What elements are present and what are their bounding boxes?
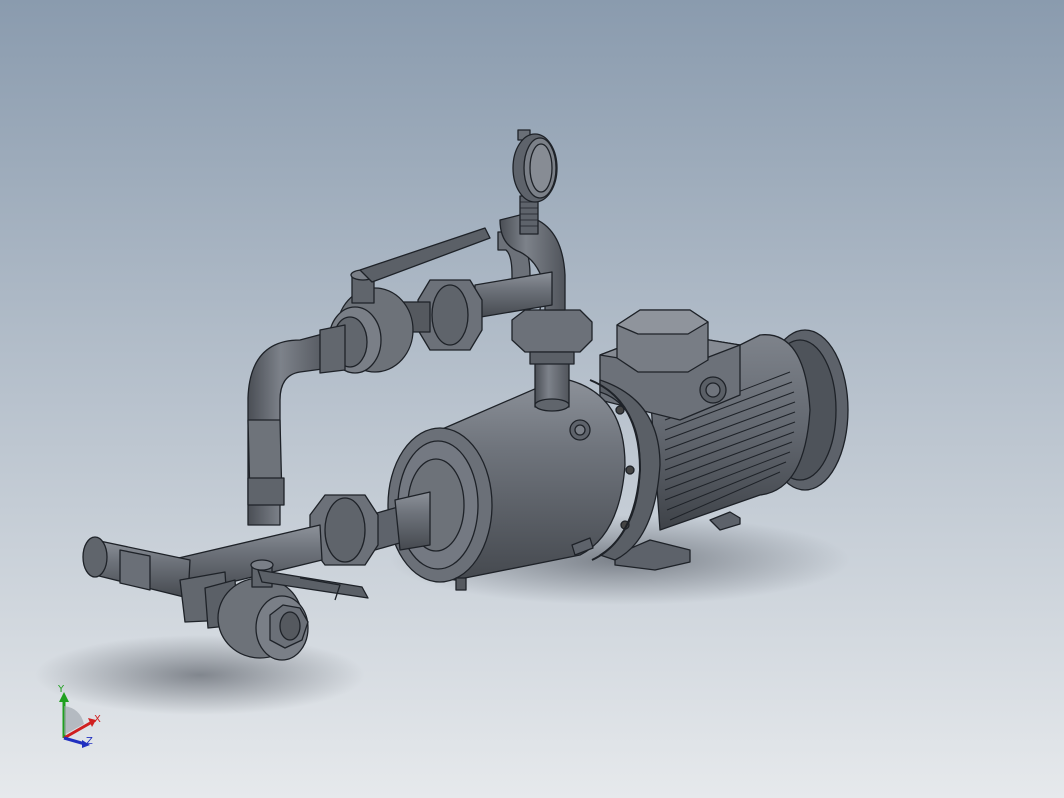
union-nut [511, 309, 593, 353]
model-canvas[interactable]: Y X Z [0, 0, 1064, 798]
pipe-end-cap [82, 536, 108, 578]
z-axis-label: Z [86, 736, 93, 747]
y-axis-label: Y [57, 684, 65, 695]
x-axis-label: X [94, 714, 101, 725]
graphics-viewport[interactable]: Y X Z [0, 0, 1064, 798]
drain-plug [455, 577, 467, 591]
